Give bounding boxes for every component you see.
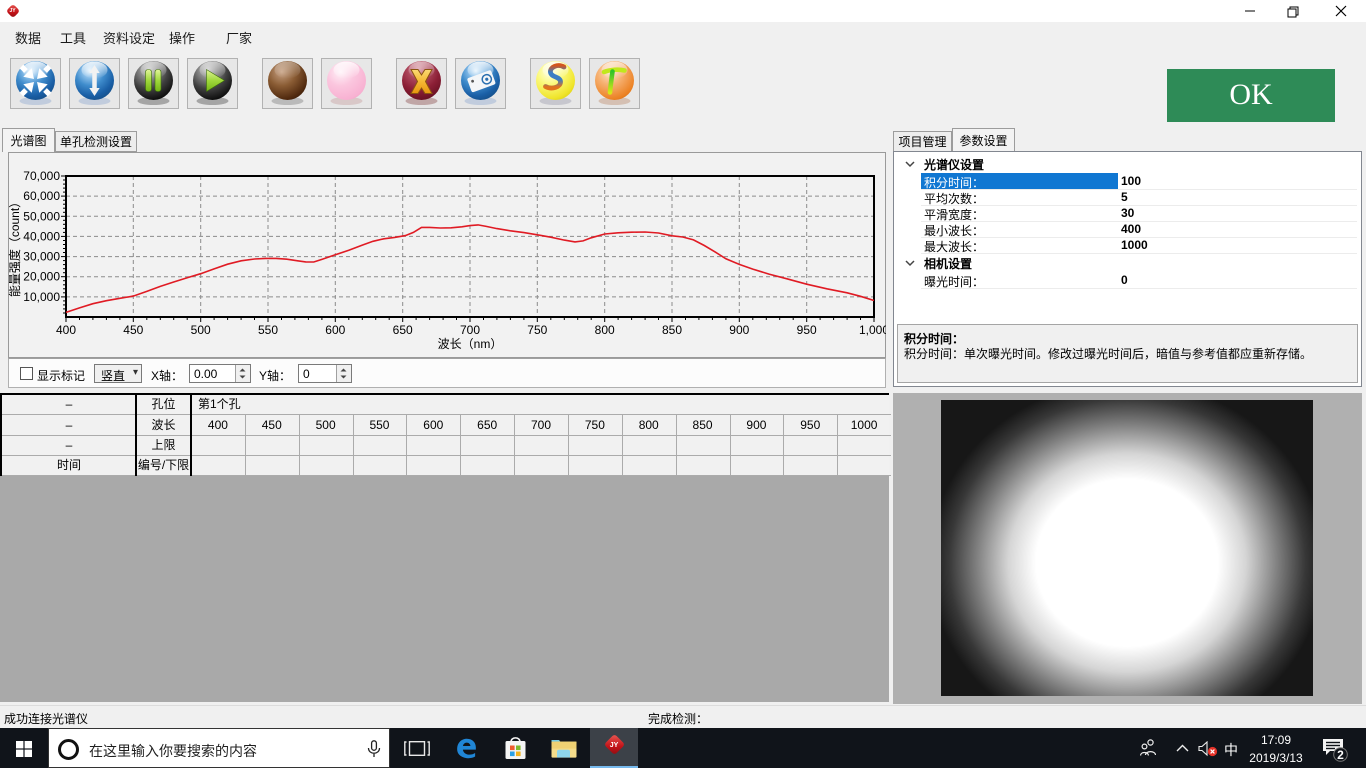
svg-text:950: 950 [797, 323, 817, 337]
svg-text:30,000: 30,000 [23, 250, 60, 264]
svg-text:500: 500 [191, 323, 211, 337]
svg-text:600: 600 [325, 323, 345, 337]
svg-text:800: 800 [595, 323, 615, 337]
svg-text:450: 450 [123, 323, 143, 337]
svg-text:60,000: 60,000 [23, 189, 60, 203]
svg-text:10,000: 10,000 [23, 290, 60, 304]
svg-text:40,000: 40,000 [23, 229, 60, 243]
svg-text:70,000: 70,000 [23, 169, 60, 183]
svg-text:1,000: 1,000 [859, 323, 886, 337]
svg-text:400: 400 [56, 323, 76, 337]
svg-text:波长（nm）: 波长（nm） [438, 337, 503, 351]
svg-text:850: 850 [662, 323, 682, 337]
svg-text:2: 2 [1337, 748, 1344, 762]
svg-text:900: 900 [729, 323, 749, 337]
svg-text:550: 550 [258, 323, 278, 337]
svg-text:750: 750 [527, 323, 547, 337]
svg-text:20,000: 20,000 [23, 270, 60, 284]
svg-text:650: 650 [393, 323, 413, 337]
svg-text:能量强度（count）: 能量强度（count） [8, 196, 22, 297]
svg-text:700: 700 [460, 323, 480, 337]
svg-text:50,000: 50,000 [23, 209, 60, 223]
